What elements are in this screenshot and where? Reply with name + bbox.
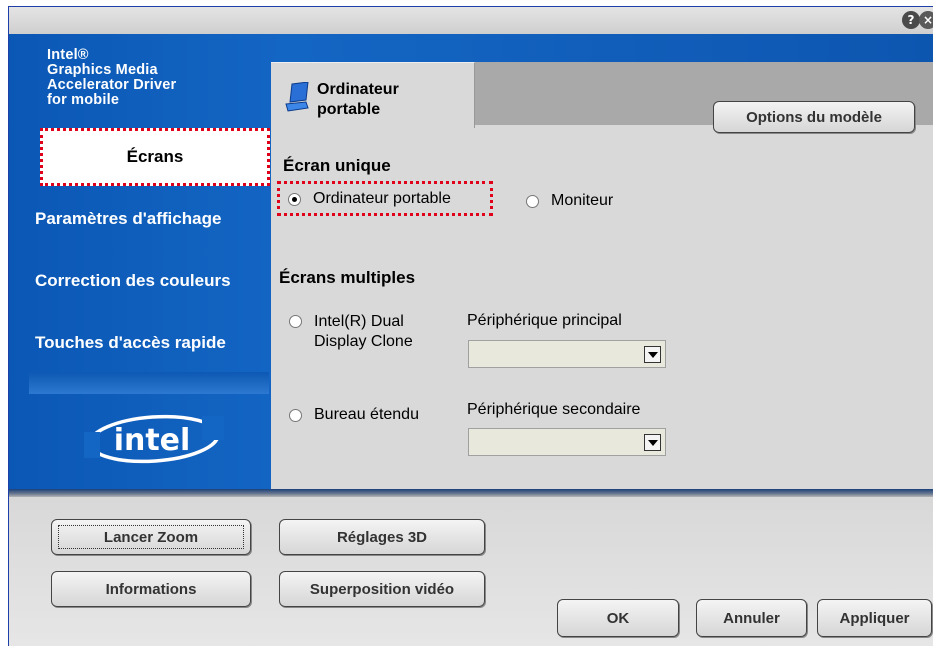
panel-bottom-edge — [9, 489, 933, 497]
radio-monitor-label: Moniteur — [551, 192, 614, 209]
tab-laptop[interactable]: Ordinateur portable — [271, 62, 475, 128]
radio-extended-desktop-label: Bureau étendu — [314, 406, 419, 423]
close-icon[interactable]: × — [919, 11, 933, 29]
secondary-device-label: Périphérique secondaire — [467, 401, 641, 418]
radio-dual-display-clone-label: Intel(R) Dual Display Clone — [314, 313, 413, 350]
apply-button[interactable]: Appliquer — [817, 599, 932, 637]
sidebar-item-screens[interactable]: Écrans — [40, 128, 270, 186]
sidebar-divider — [29, 372, 269, 394]
radio-laptop-label: Ordinateur portable — [313, 190, 451, 207]
primary-device-label: Périphérique principal — [467, 312, 622, 329]
main-panel: Intel® Graphics Media Accelerator Driver… — [9, 34, 933, 489]
radio-button[interactable] — [288, 193, 301, 206]
svg-text:intel: intel — [114, 423, 191, 458]
intel-logo: intel — [84, 414, 224, 464]
3d-settings-button[interactable]: Réglages 3D — [279, 519, 485, 555]
ok-button[interactable]: OK — [557, 599, 679, 637]
tab-laptop-label: Ordinateur portable — [317, 81, 399, 118]
chevron-down-icon[interactable] — [644, 434, 661, 451]
multiple-screens-heading: Écrans multiples — [279, 268, 416, 287]
launch-zoom-label: Lancer Zoom — [58, 525, 244, 549]
content-area: Ordinateur portable Options du modèle Éc… — [271, 62, 933, 489]
radio-laptop[interactable]: Ordinateur portable — [277, 181, 493, 216]
radio-button[interactable] — [526, 195, 539, 208]
radio-button[interactable] — [289, 315, 302, 328]
intel-gma-dialog: ? × Intel® Graphics Media Accelerator Dr… — [8, 6, 933, 646]
chevron-down-icon[interactable] — [644, 346, 661, 363]
launch-zoom-button[interactable]: Lancer Zoom — [51, 519, 251, 555]
single-screen-heading: Écran unique — [283, 156, 391, 175]
video-overlay-button[interactable]: Superposition vidéo — [279, 571, 485, 607]
laptop-icon — [285, 82, 309, 112]
radio-monitor[interactable]: Moniteur — [526, 192, 613, 210]
title-bar: ? × — [9, 7, 933, 34]
radio-button[interactable] — [289, 409, 302, 422]
sidebar-item-display-settings[interactable]: Paramètres d'affichage — [35, 206, 277, 232]
sidebar-item-color-correction[interactable]: Correction des couleurs — [35, 268, 277, 294]
primary-device-dropdown[interactable] — [468, 340, 666, 368]
radio-dual-display-clone[interactable]: Intel(R) Dual Display Clone — [289, 312, 413, 352]
template-options-button[interactable]: Options du modèle — [713, 101, 915, 133]
cancel-button[interactable]: Annuler — [696, 599, 807, 637]
sidebar-item-hotkeys[interactable]: Touches d'accès rapide — [35, 330, 277, 356]
information-button[interactable]: Informations — [51, 571, 251, 607]
question-icon[interactable]: ? — [902, 11, 920, 29]
button-area: Lancer Zoom Réglages 3D Informations Sup… — [9, 497, 933, 646]
secondary-device-dropdown[interactable] — [468, 428, 666, 456]
product-title: Intel® Graphics Media Accelerator Driver… — [47, 47, 177, 108]
radio-extended-desktop[interactable]: Bureau étendu — [289, 406, 419, 424]
